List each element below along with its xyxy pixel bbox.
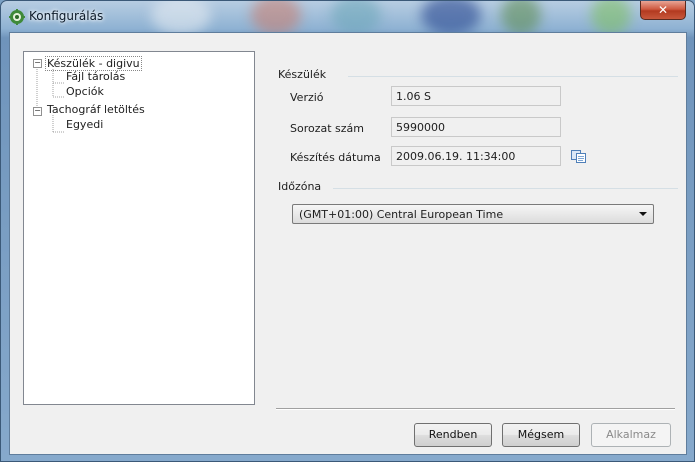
- title-bar[interactable]: Konfigurálás: [1, 1, 694, 33]
- serial-value: 5990000: [396, 121, 445, 134]
- date-value: 2009.06.19. 11:34:00: [396, 150, 516, 163]
- tree-item-fajl-tarolas[interactable]: Fájl tárolás: [66, 70, 125, 83]
- close-button[interactable]: ✕: [640, 1, 686, 20]
- version-value: 1.06 S: [396, 90, 431, 103]
- date-field[interactable]: 2009.06.19. 11:34:00: [391, 146, 561, 166]
- date-label: Készítés dátuma: [290, 151, 381, 164]
- serial-field[interactable]: 5990000: [391, 117, 561, 137]
- tree-item-tachograf-letoltes[interactable]: Tachográf letöltés: [47, 103, 145, 116]
- ok-button[interactable]: Rendben: [414, 423, 492, 447]
- window-title: Konfigurálás: [29, 9, 104, 23]
- timezone-group-legend: Időzóna: [278, 180, 325, 193]
- apply-button[interactable]: Alkalmaz: [591, 423, 671, 447]
- group-divider: [348, 76, 678, 77]
- serial-label: Sorozat szám: [290, 122, 365, 135]
- dialog-client-area: − Készülék - digivu Fájl tárolás Opciók …: [9, 32, 687, 455]
- tree-item-opciok[interactable]: Opciók: [66, 85, 104, 98]
- window-frame: Konfigurálás ✕ − Készülék - digivu Fájl …: [0, 0, 695, 462]
- tree-collapse-icon[interactable]: −: [33, 59, 42, 68]
- button-separator: [276, 408, 675, 410]
- tree-item-egyedi[interactable]: Egyedi: [66, 118, 103, 131]
- copy-icon[interactable]: [571, 150, 586, 163]
- close-icon: ✕: [657, 3, 669, 17]
- device-group-legend: Készülék: [278, 68, 330, 81]
- title-bar-decor: [251, 1, 301, 33]
- timezone-selected-value: (GMT+01:00) Central European Time: [299, 208, 504, 221]
- version-label: Verzió: [290, 91, 324, 104]
- version-field[interactable]: 1.06 S: [391, 86, 561, 106]
- title-bar-decor: [151, 1, 211, 33]
- tree-collapse-icon[interactable]: −: [33, 107, 42, 116]
- title-bar-decor: [501, 1, 541, 33]
- title-bar-decor: [331, 1, 381, 33]
- tree-item-keszulek[interactable]: Készülék - digivu: [45, 56, 142, 71]
- title-bar-decor: [591, 1, 631, 33]
- chevron-down-icon: [639, 212, 647, 216]
- cancel-button[interactable]: Mégsem: [502, 423, 580, 447]
- group-divider: [333, 188, 678, 189]
- timezone-select[interactable]: (GMT+01:00) Central European Time: [292, 204, 654, 224]
- gear-app-icon: [9, 9, 25, 25]
- title-bar-decor: [421, 1, 481, 33]
- settings-tree[interactable]: − Készülék - digivu Fájl tárolás Opciók …: [23, 51, 255, 405]
